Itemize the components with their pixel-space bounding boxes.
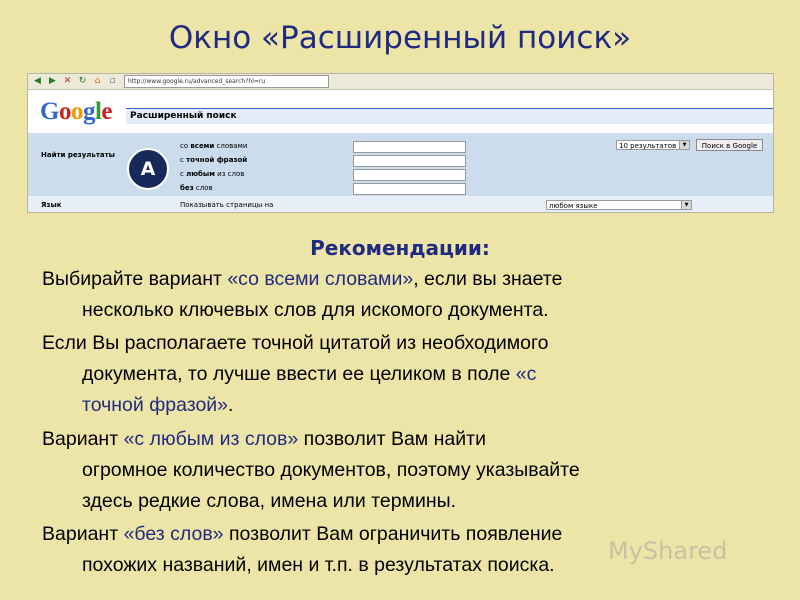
logo-letter: o [70, 98, 84, 125]
page-icon: ▫ [109, 76, 116, 86]
without-words-input[interactable] [353, 183, 466, 195]
chevron-down-icon: ▼ [681, 201, 691, 209]
option-all-words-label: со всеми словами [180, 142, 248, 150]
find-results-label: Найти результаты [41, 151, 115, 159]
back-icon[interactable]: ◀ [32, 76, 43, 87]
home-icon[interactable]: ⌂ [92, 76, 103, 87]
recommendations-heading: Рекомендации: [310, 236, 490, 260]
watermark: MyShared [608, 537, 728, 565]
logo-letter: g [82, 98, 96, 125]
option-without-words-label: без слов [180, 184, 213, 192]
forward-icon[interactable]: ▶ [47, 76, 58, 87]
language-description: Показывать страницы на [180, 201, 274, 209]
address-bar[interactable]: http://www.google.ru/advanced_search?hl=… [124, 75, 329, 88]
stop-icon[interactable]: ✕ [62, 76, 73, 87]
any-words-input[interactable] [353, 169, 466, 181]
paragraph-all-words: Выбирайте вариант «со всеми словами», ес… [42, 268, 563, 321]
language-select[interactable]: любом языке ▼ [546, 200, 692, 210]
refresh-icon[interactable]: ↻ [77, 76, 88, 87]
logo-letter: o [58, 98, 72, 125]
paragraph-any-words: Вариант «с любым из слов» позволит Вам н… [42, 428, 580, 512]
chevron-down-icon: ▼ [679, 141, 689, 149]
results-count-select[interactable]: 10 результатов ▼ [616, 140, 690, 150]
browser-toolbar: ◀ ▶ ✕ ↻ ⌂ ▫ http://www.google.ru/advance… [28, 74, 773, 90]
language-label: Язык [41, 201, 62, 209]
browser-screenshot: ◀ ▶ ✕ ↻ ⌂ ▫ http://www.google.ru/advance… [27, 73, 774, 213]
option-any-words-label: с любым из слов [180, 170, 245, 178]
search-form: Найти результаты A со всеми словами с то… [28, 133, 773, 196]
language-row: Язык Показывать страницы на любом языке … [28, 196, 773, 212]
logo-letter: e [101, 98, 113, 125]
logo-letter: G [40, 98, 59, 125]
google-search-button[interactable]: Поиск в Google [696, 139, 763, 151]
google-logo: Google [40, 98, 112, 126]
option-exact-phrase-label: с точной фразой [180, 156, 248, 164]
all-words-input[interactable] [353, 141, 466, 153]
slide-title: Окно «Расширенный поиск» [168, 20, 632, 56]
exact-phrase-input[interactable] [353, 155, 466, 167]
paragraph-exact-phrase: Если Вы располагаете точной цитатой из н… [42, 332, 549, 416]
annotation-badge: A [127, 148, 169, 190]
advanced-search-header: Расширенный поиск [126, 108, 773, 124]
